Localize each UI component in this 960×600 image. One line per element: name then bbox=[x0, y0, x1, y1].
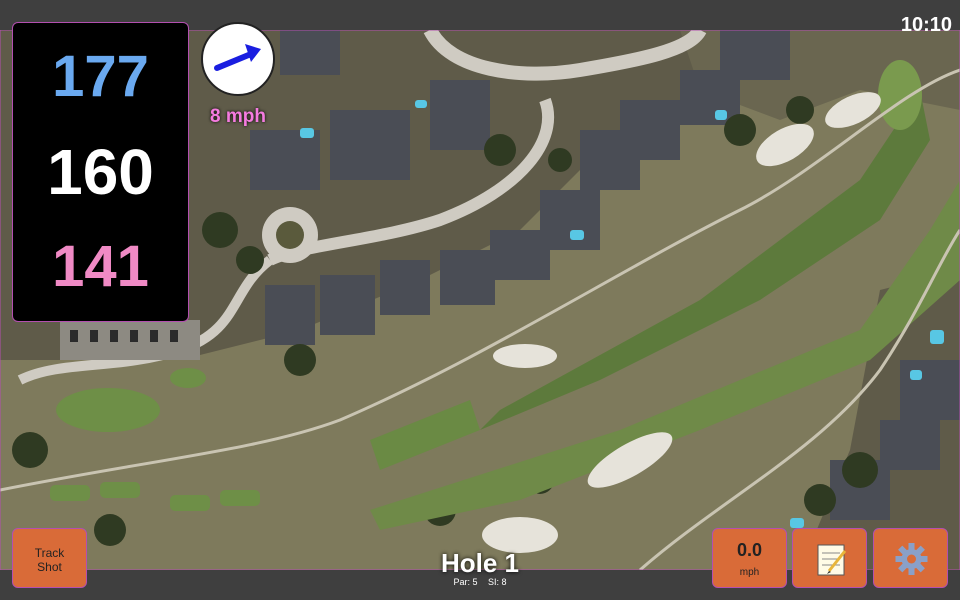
track-shot-label-line1: Track bbox=[34, 546, 65, 560]
speed-button[interactable]: 0.0 mph bbox=[712, 528, 787, 588]
track-shot-button[interactable]: Track Shot bbox=[12, 528, 87, 588]
notes-button[interactable] bbox=[792, 528, 867, 588]
yardage-panel: 177 160 141 bbox=[12, 22, 189, 322]
wind-arrow-icon bbox=[214, 44, 261, 71]
settings-button[interactable] bbox=[873, 528, 948, 588]
wind-speed: 8 mph bbox=[210, 106, 266, 127]
front-yardage: 141 bbox=[52, 234, 149, 299]
notepad-icon bbox=[817, 544, 847, 576]
speed-unit: mph bbox=[739, 567, 760, 578]
gear-icon bbox=[895, 543, 928, 575]
hole-title: Hole 1 bbox=[440, 548, 520, 578]
hole-stroke-index: SI: 8 bbox=[488, 577, 507, 587]
hole-info: Par: 5 SI: 8 bbox=[380, 577, 580, 587]
track-shot-label-line2: Shot bbox=[37, 560, 62, 574]
wind-direction-indicator bbox=[201, 22, 275, 96]
back-yardage: 177 bbox=[52, 44, 149, 109]
center-yardage: 160 bbox=[47, 136, 154, 208]
clock: 10:10 bbox=[900, 14, 952, 36]
hole-par: Par: 5 bbox=[453, 577, 478, 587]
speed-value: 0.0 bbox=[736, 540, 763, 560]
